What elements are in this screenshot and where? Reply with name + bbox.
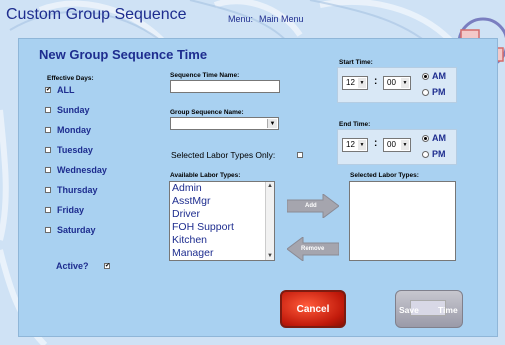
end-pm-label: PM bbox=[432, 149, 446, 159]
menu-label: Menu: bbox=[228, 14, 254, 24]
start-hour-select[interactable]: 12 ▼ bbox=[342, 76, 368, 90]
end-hour-value: 12 bbox=[346, 140, 355, 149]
day-label: Saturday bbox=[57, 225, 96, 235]
sequence-time-name-label: Sequence Time Name: bbox=[170, 72, 240, 79]
day-label: Tuesday bbox=[57, 145, 93, 155]
time-label: Time bbox=[438, 305, 458, 315]
add-button[interactable]: Add bbox=[286, 193, 340, 219]
selected-labor-only-label: Selected Labor Types Only: bbox=[171, 150, 276, 160]
scroll-up-icon[interactable]: ▲ bbox=[266, 182, 274, 190]
start-am-radio[interactable] bbox=[422, 73, 429, 80]
new-group-sequence-dialog: New Group Sequence Time Effective Days: … bbox=[18, 38, 498, 337]
main-menu-link[interactable]: Main Menu bbox=[259, 14, 304, 24]
group-sequence-name-dropdown[interactable]: ▼ bbox=[170, 117, 279, 130]
app-title: Custom Group Sequence bbox=[6, 6, 187, 23]
effective-days-label: Effective Days: bbox=[47, 75, 94, 82]
save-time-button[interactable]: Save Time bbox=[395, 290, 463, 328]
thursday-checkbox[interactable] bbox=[45, 187, 51, 193]
start-minute-value: 00 bbox=[387, 78, 396, 87]
day-row-monday[interactable]: Monday bbox=[45, 124, 91, 136]
time-colon: : bbox=[374, 76, 378, 87]
end-time-panel: 12 ▼ : 00 ▼ AM PM bbox=[337, 129, 457, 165]
dialog-title: New Group Sequence Time bbox=[39, 47, 208, 62]
end-am-label: AM bbox=[432, 133, 446, 143]
wednesday-checkbox[interactable] bbox=[45, 167, 51, 173]
list-item[interactable]: AsstMgr bbox=[170, 195, 274, 208]
list-scrollbar[interactable]: ▲ ▼ bbox=[265, 182, 274, 260]
add-label: Add bbox=[305, 203, 317, 209]
all-days-checkbox[interactable]: ✔ bbox=[45, 87, 51, 93]
end-minute-value: 00 bbox=[387, 140, 396, 149]
day-row-thursday[interactable]: Thursday bbox=[45, 184, 98, 196]
tuesday-checkbox[interactable] bbox=[45, 147, 51, 153]
day-row-sunday[interactable]: Sunday bbox=[45, 104, 90, 116]
cancel-button[interactable]: Cancel bbox=[280, 290, 346, 328]
end-hour-select[interactable]: 12 ▼ bbox=[342, 138, 368, 152]
chevron-down-icon: ▼ bbox=[401, 78, 409, 88]
save-label: Save bbox=[399, 305, 419, 315]
end-am-radio[interactable] bbox=[422, 135, 429, 142]
day-row-saturday[interactable]: Saturday bbox=[45, 224, 96, 236]
day-row-friday[interactable]: Friday bbox=[45, 204, 84, 216]
list-item[interactable]: Admin bbox=[170, 182, 274, 195]
active-checkbox[interactable]: ✔ bbox=[104, 263, 110, 269]
end-pm-radio[interactable] bbox=[422, 151, 429, 158]
chevron-down-icon: ▼ bbox=[267, 119, 277, 128]
start-am-label: AM bbox=[432, 71, 446, 81]
start-pm-radio[interactable] bbox=[422, 89, 429, 96]
available-labor-types-label: Available Labor Types: bbox=[170, 172, 241, 179]
day-label: ALL bbox=[57, 85, 75, 95]
day-label: Thursday bbox=[57, 185, 98, 195]
selected-labor-types-label: Selected Labor Types: bbox=[350, 172, 419, 179]
remove-label: Remove bbox=[301, 246, 325, 252]
sunday-checkbox[interactable] bbox=[45, 107, 51, 113]
selected-labor-only-checkbox[interactable] bbox=[297, 152, 303, 158]
sequence-time-name-input[interactable] bbox=[170, 80, 280, 93]
group-sequence-name-label: Group Sequence Name: bbox=[170, 109, 244, 116]
start-hour-value: 12 bbox=[346, 78, 355, 87]
chevron-down-icon: ▼ bbox=[358, 78, 366, 88]
day-row-all[interactable]: ✔ ALL bbox=[45, 84, 75, 96]
cancel-label: Cancel bbox=[296, 303, 330, 315]
day-label: Friday bbox=[57, 205, 85, 215]
day-row-tuesday[interactable]: Tuesday bbox=[45, 144, 93, 156]
available-labor-types-list[interactable]: Admin AsstMgr Driver FOH Support Kitchen… bbox=[169, 181, 275, 261]
day-label: Wednesday bbox=[57, 165, 107, 175]
start-minute-select[interactable]: 00 ▼ bbox=[383, 76, 411, 90]
list-item[interactable]: Kitchen bbox=[170, 234, 274, 247]
day-label: Sunday bbox=[57, 105, 90, 115]
end-time-label: End Time: bbox=[339, 121, 371, 128]
end-minute-select[interactable]: 00 ▼ bbox=[383, 138, 411, 152]
start-time-panel: 12 ▼ : 00 ▼ AM PM bbox=[337, 67, 457, 103]
friday-checkbox[interactable] bbox=[45, 207, 51, 213]
remove-button[interactable]: Remove bbox=[286, 236, 340, 262]
group-sequence-name-value bbox=[171, 124, 173, 133]
chevron-down-icon: ▼ bbox=[401, 140, 409, 150]
selected-labor-types-list[interactable] bbox=[349, 181, 456, 261]
chevron-down-icon: ▼ bbox=[358, 140, 366, 150]
list-item[interactable]: Driver bbox=[170, 208, 274, 221]
time-colon: : bbox=[374, 138, 378, 149]
start-pm-label: PM bbox=[432, 87, 446, 97]
day-row-wednesday[interactable]: Wednesday bbox=[45, 164, 107, 176]
day-label: Monday bbox=[57, 125, 92, 135]
monday-checkbox[interactable] bbox=[45, 127, 51, 133]
scroll-down-icon[interactable]: ▼ bbox=[266, 252, 274, 260]
list-item[interactable]: FOH Support bbox=[170, 221, 274, 234]
active-label: Active? bbox=[56, 261, 89, 271]
start-time-label: Start Time: bbox=[339, 59, 373, 66]
saturday-checkbox[interactable] bbox=[45, 227, 51, 233]
list-item[interactable]: Manager bbox=[170, 247, 274, 260]
